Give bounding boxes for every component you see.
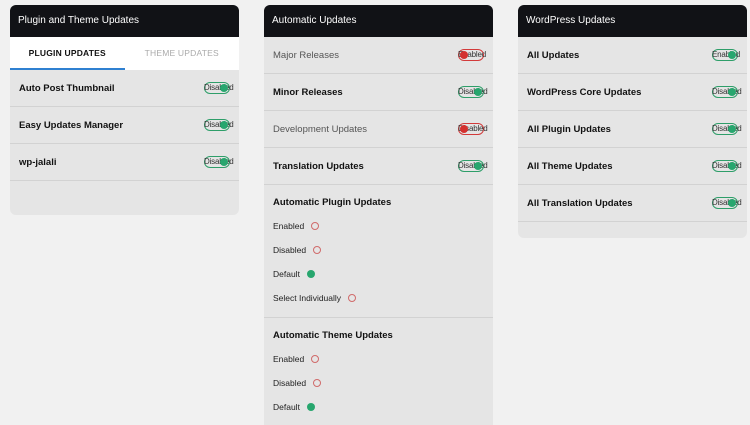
toggle-knob	[460, 125, 468, 133]
toggle-label: Disabled	[204, 157, 234, 166]
radio-option-default[interactable]: Default	[273, 395, 484, 419]
wordpress-updates-panel: WordPress Updates All Updates Enabled Wo…	[518, 5, 747, 238]
toggle-label: Disabled	[712, 161, 742, 170]
option-label: Default	[273, 402, 300, 412]
toggle-knob	[728, 51, 736, 59]
toggle-knob	[474, 162, 482, 170]
automatic-theme-updates-section: Automatic Theme Updates Enabled Disabled…	[264, 318, 493, 425]
tab-theme-updates[interactable]: THEME UPDATES	[125, 37, 240, 70]
option-label: Disabled	[273, 245, 307, 255]
plugin-name: Auto Post Thumbnail	[19, 82, 115, 94]
radio-button[interactable]	[348, 294, 357, 302]
panel-title: WordPress Updates	[518, 5, 747, 37]
toggle-label: Disabled	[458, 87, 488, 96]
toggle-knob	[460, 51, 468, 59]
section-title: Automatic Theme Updates	[273, 330, 393, 341]
major-releases-toggle[interactable]: Enabled	[458, 49, 486, 61]
plugin-name: wp-jalali	[19, 156, 57, 168]
option-label: Default	[273, 269, 300, 279]
toggle-label: Disabled	[204, 120, 234, 129]
toggle-knob	[728, 125, 736, 133]
translation-updates-row: Translation Updates Disabled	[264, 148, 493, 185]
toggle-knob	[728, 199, 736, 207]
plugin-updates-toggle[interactable]: Disabled	[712, 123, 742, 135]
plugin-row: Auto Post Thumbnail Disabled	[10, 70, 239, 107]
toggle-label: Disabled	[204, 83, 234, 92]
tab-plugin-updates[interactable]: PLUGIN UPDATES	[10, 37, 125, 70]
row-label: All Translation Updates	[527, 197, 633, 209]
radio-button[interactable]	[311, 222, 320, 230]
plugin-toggle[interactable]: Disabled	[204, 156, 234, 168]
radio-button[interactable]	[311, 355, 320, 363]
radio-option-enabled[interactable]: Enabled	[273, 347, 484, 371]
toggle-label: Disabled	[712, 198, 742, 207]
development-updates-toggle[interactable]: Disabled	[458, 123, 488, 135]
radio-button[interactable]	[313, 379, 322, 387]
automatic-updates-panel: Automatic Updates Major Releases Enabled…	[264, 5, 493, 425]
translation-updates-row: All Translation Updates Disabled	[518, 185, 747, 222]
radio-button-selected[interactable]	[306, 403, 315, 411]
panel-title: Automatic Updates	[264, 5, 493, 37]
toggle-label: Disabled	[712, 87, 742, 96]
radio-option-disabled[interactable]: Disabled	[273, 238, 484, 262]
row-label: All Theme Updates	[527, 160, 613, 172]
radio-option-enabled[interactable]: Enabled	[273, 214, 484, 238]
option-label: Enabled	[273, 354, 305, 364]
theme-updates-toggle[interactable]: Disabled	[712, 160, 742, 172]
plugin-name: Easy Updates Manager	[19, 119, 124, 131]
toggle-knob	[220, 158, 228, 166]
toggle-knob	[728, 162, 736, 170]
row-label: WordPress Core Updates	[527, 86, 642, 98]
plugin-toggle[interactable]: Disabled	[204, 119, 234, 131]
toggle-knob	[220, 121, 228, 129]
core-updates-toggle[interactable]: Disabled	[712, 86, 742, 98]
minor-releases-row: Minor Releases Disabled	[264, 74, 493, 111]
major-releases-row: Major Releases Enabled	[264, 37, 493, 74]
all-updates-row: All Updates Enabled	[518, 37, 747, 74]
row-label: Major Releases	[273, 49, 339, 61]
toggle-knob	[474, 88, 482, 96]
row-label: Translation Updates	[273, 160, 364, 172]
option-label: Enabled	[273, 221, 305, 231]
plugin-row: wp-jalali Disabled	[10, 144, 239, 181]
row-label: Minor Releases	[273, 86, 343, 98]
option-label: Disabled	[273, 378, 307, 388]
row-label: All Updates	[527, 49, 580, 61]
row-label: Development Updates	[273, 123, 367, 135]
toggle-label: Disabled	[712, 124, 742, 133]
option-label: Select Individually	[273, 293, 342, 303]
plugin-theme-updates-panel: Plugin and Theme Updates PLUGIN UPDATES …	[10, 5, 239, 215]
minor-releases-toggle[interactable]: Disabled	[458, 86, 488, 98]
plugin-row: Easy Updates Manager Disabled	[10, 107, 239, 144]
translation-updates-toggle[interactable]: Disabled	[712, 197, 742, 209]
panel-title: Plugin and Theme Updates	[10, 5, 239, 37]
toggle-knob	[728, 88, 736, 96]
automatic-plugin-updates-section: Automatic Plugin Updates Enabled Disable…	[264, 185, 493, 318]
all-updates-toggle[interactable]: Enabled	[712, 49, 740, 61]
row-label: All Plugin Updates	[527, 123, 611, 135]
section-title: Automatic Plugin Updates	[273, 197, 392, 208]
toggle-knob	[220, 84, 228, 92]
development-updates-row: Development Updates Disabled	[264, 111, 493, 148]
radio-button[interactable]	[313, 246, 322, 254]
radio-button-selected[interactable]	[306, 270, 315, 278]
tab-bar: PLUGIN UPDATES THEME UPDATES	[10, 37, 239, 70]
plugin-toggle[interactable]: Disabled	[204, 82, 234, 94]
radio-option-disabled[interactable]: Disabled	[273, 371, 484, 395]
radio-option-default[interactable]: Default	[273, 262, 484, 286]
core-updates-row: WordPress Core Updates Disabled	[518, 74, 747, 111]
theme-updates-row: All Theme Updates Disabled	[518, 148, 747, 185]
plugin-updates-row: All Plugin Updates Disabled	[518, 111, 747, 148]
translation-updates-toggle[interactable]: Disabled	[458, 160, 488, 172]
toggle-label: Disabled	[458, 161, 488, 170]
radio-option-select-individually[interactable]: Select Individually	[273, 286, 484, 310]
